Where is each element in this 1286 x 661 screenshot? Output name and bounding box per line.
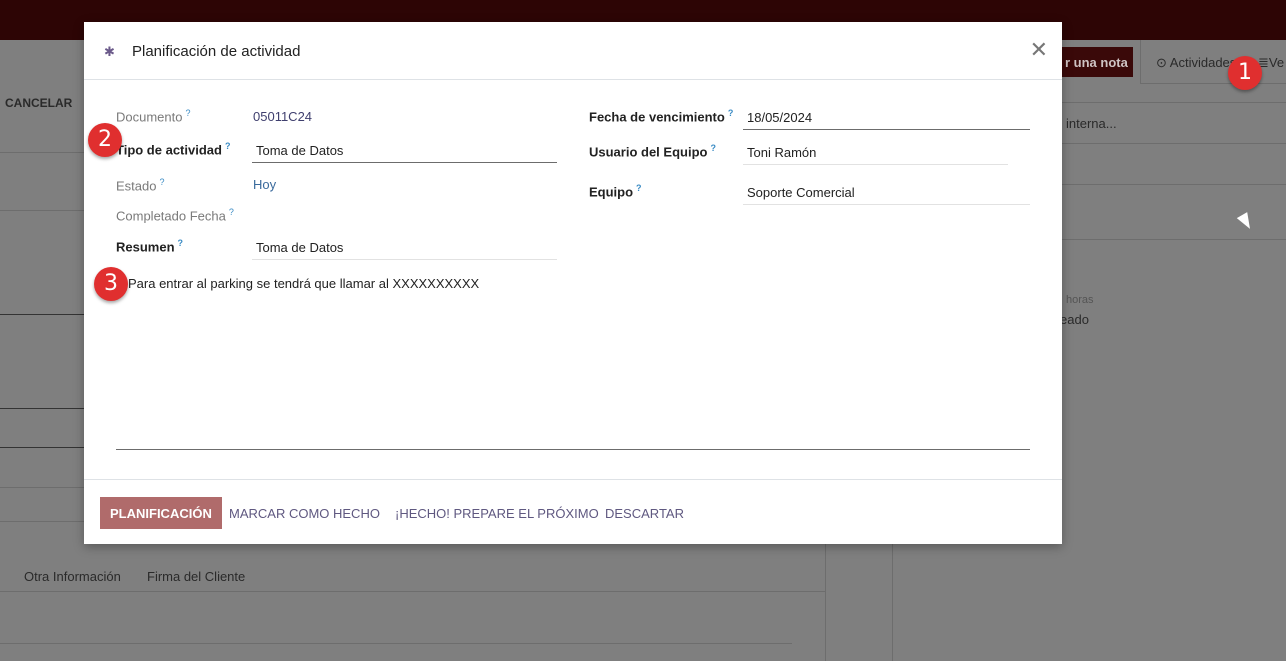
state-label: Estado? (116, 177, 165, 194)
done-schedule-next-button[interactable]: ¡Hecho! Prepare el próximo (395, 497, 599, 529)
clock-icon: ⊙ (1156, 55, 1170, 70)
team-label: Equipo? (589, 183, 642, 200)
view-label: Ve (1268, 55, 1285, 70)
activities-label: Actividades (1169, 55, 1237, 70)
hours-label: horas (1066, 294, 1094, 306)
activities-tab[interactable]: ⊙ Actividades (1156, 55, 1236, 71)
summary-label: Resumen? (116, 238, 184, 255)
tab-customer-signature[interactable]: Firma del Cliente (147, 569, 245, 584)
document-value[interactable]: 05011C24 (253, 109, 312, 124)
activity-type-label: Tipo de actividad? (116, 141, 231, 158)
step-badge-3: 3 (94, 267, 128, 301)
team-user-label: Usuario del Equipo? (589, 143, 716, 160)
team-user-input[interactable]: Toni Ramón (743, 145, 1008, 165)
close-icon[interactable]: ✕ (1030, 38, 1048, 63)
mouse-cursor (1236, 212, 1256, 232)
note-editor[interactable]: Para entrar al parking se tendrá que lla… (116, 276, 1030, 450)
step-badge-2: 2 (88, 123, 122, 157)
completed-date-label: Completado Fecha? (116, 207, 234, 224)
dialog-header: ✱ Planificación de actividad ✕ (84, 22, 1062, 80)
activity-type-input[interactable]: Toma de Datos (252, 143, 557, 163)
mark-done-button[interactable]: Marcar como hecho (229, 497, 380, 529)
bug-icon: ✱ (104, 44, 115, 59)
activity-schedule-dialog: ✱ Planificación de actividad ✕ Documento… (84, 22, 1062, 544)
team-input[interactable]: Soporte Comercial (743, 185, 1030, 205)
due-date-input[interactable]: 18/05/2024 (743, 110, 1030, 130)
document-label: Documento? (116, 108, 191, 125)
due-date-label: Fecha de vencimiento? (589, 108, 734, 125)
cancel-button[interactable]: CANCELAR (5, 96, 72, 110)
created-text: eado (1060, 312, 1089, 327)
state-value: Hoy (253, 177, 277, 192)
dialog-title: Planificación de actividad (132, 43, 301, 60)
summary-input[interactable]: Toma de Datos (252, 240, 557, 260)
dialog-footer: Planificación Marcar como hecho ¡Hecho! … (84, 479, 1062, 544)
send-note-button[interactable]: r una nota (1055, 47, 1133, 77)
schedule-button[interactable]: Planificación (100, 497, 222, 529)
tab-other-info[interactable]: Otra Información (24, 569, 121, 584)
internal-note-placeholder[interactable]: interna... (1066, 116, 1117, 131)
view-tab[interactable]: ≣Ve (1258, 55, 1284, 71)
discard-button[interactable]: Descartar (605, 497, 684, 529)
step-badge-1: 1 (1228, 56, 1262, 90)
